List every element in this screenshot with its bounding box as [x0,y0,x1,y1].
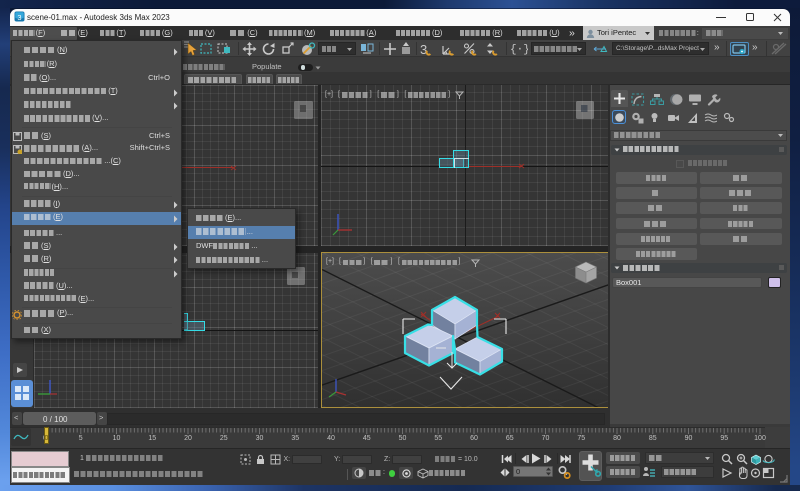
svg-text:{·}: {·} [510,44,528,55]
svg-text:3: 3 [17,13,21,22]
